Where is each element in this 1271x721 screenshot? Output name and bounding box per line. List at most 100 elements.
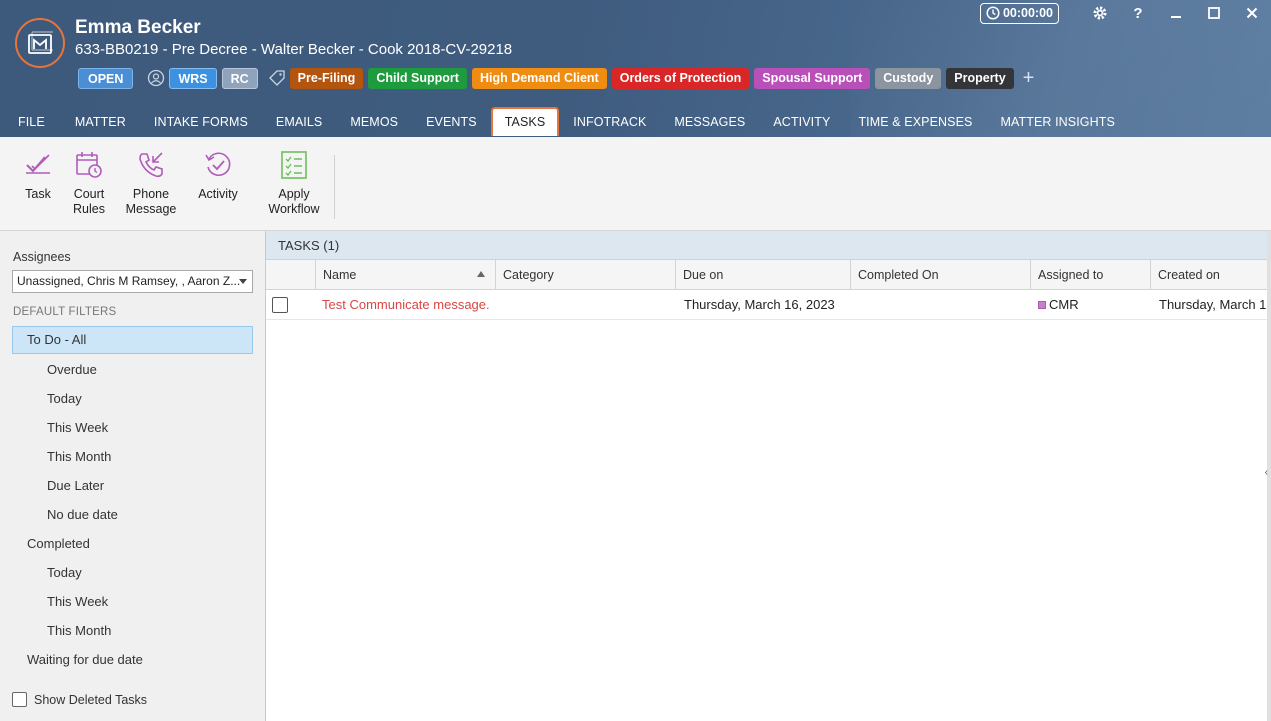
activity-button[interactable]: Activity (196, 149, 240, 202)
tab-tasks[interactable]: TASKS (490, 107, 560, 136)
activity-cycle-icon (205, 152, 231, 176)
activity-label: Activity (198, 187, 238, 201)
tag-pre-filing[interactable]: Pre-Filing (289, 67, 364, 89)
table-row[interactable]: Test Communicate message. Thursday, Marc… (266, 290, 1271, 320)
task-due-on: Thursday, March 16, 2023 (684, 297, 835, 312)
assignees-value: Unassigned, Chris M Ramsey, , Aaron Z... (17, 274, 241, 288)
settings-gear-icon[interactable] (1081, 2, 1119, 24)
new-task-button[interactable]: Task (20, 149, 56, 202)
column-header-completed-on[interactable]: Completed On (851, 260, 1031, 290)
tab-matter-insights[interactable]: MATTER INSIGHTS (986, 107, 1128, 137)
tab-messages[interactable]: MESSAGES (660, 107, 759, 137)
chevron-down-icon (239, 279, 247, 284)
help-icon[interactable]: ? (1119, 2, 1157, 24)
tasks-panel: TASKS (1) Name Category Due on Completed… (266, 231, 1271, 721)
tag-orders-of-protection[interactable]: Orders of Protection (611, 67, 750, 89)
assignee-initials: CMR (1049, 297, 1079, 312)
add-tag-plus-icon[interactable]: + (1023, 68, 1035, 88)
assignees-label: Assignees (13, 250, 71, 264)
filter-completed-this-month[interactable]: This Month (47, 623, 111, 638)
column-header-created-on[interactable]: Created on (1151, 260, 1271, 290)
close-icon[interactable] (1233, 2, 1271, 24)
collapse-chevron-icon[interactable]: ‹ (1265, 467, 1268, 478)
select-column-header[interactable] (266, 260, 316, 290)
main-tabs: FILE MATTER INTAKE FORMS EMAILS MEMOS EV… (0, 107, 1129, 137)
timer-button[interactable]: 00:00:00 (979, 2, 1059, 24)
task-category (496, 290, 676, 320)
tab-file[interactable]: FILE (0, 107, 63, 137)
tag-property[interactable]: Property (946, 67, 1014, 89)
assignee-color-chip (1038, 301, 1046, 309)
status-badge[interactable]: OPEN (78, 67, 134, 89)
column-header-assigned-to[interactable]: Assigned to (1031, 260, 1151, 290)
tab-events[interactable]: EVENTS (412, 107, 491, 137)
ribbon-toolbar: Task Court Rules Phone Message Activity Ap… (0, 137, 1271, 231)
task-name-link[interactable]: Test Communicate message. (315, 290, 496, 320)
user-circle-icon (147, 69, 165, 87)
matter-header: Emma Becker 633-BB0219 - Pre Decree - Wa… (0, 0, 1271, 137)
filter-completed[interactable]: Completed (27, 536, 90, 551)
filter-todo-this-week[interactable]: This Week (47, 420, 108, 435)
tab-intake-forms[interactable]: INTAKE FORMS (140, 107, 262, 137)
window-controls: 00:00:00 ? (979, 2, 1271, 24)
tab-emails[interactable]: EMAILS (262, 107, 336, 137)
column-header-due-on[interactable]: Due on (676, 260, 851, 290)
default-filters-label: DEFAULT FILTERS (13, 306, 117, 318)
phone-message-button[interactable]: Phone Message (124, 149, 178, 217)
phone-message-label: Phone Message (125, 187, 177, 216)
workflow-checklist-icon (281, 151, 307, 179)
filter-no-due-date[interactable]: No due date (47, 507, 118, 522)
filter-waiting-for-due-date[interactable]: Waiting for due date (27, 652, 143, 667)
tab-time-expenses[interactable]: TIME & EXPENSES (844, 107, 986, 137)
tag-child-support[interactable]: Child Support (368, 67, 467, 89)
app-logo[interactable] (15, 18, 65, 68)
checkmark-task-icon (26, 154, 50, 174)
court-rules-label: Court Rules (73, 187, 105, 216)
court-rules-button[interactable]: Court Rules (68, 149, 110, 217)
tab-infotrack[interactable]: INFOTRACK (559, 107, 660, 137)
phone-incoming-icon (139, 152, 163, 178)
grid-header-row: Name Category Due on Completed On Assign… (266, 260, 1271, 290)
apply-workflow-button[interactable]: Apply Workflow (266, 149, 322, 217)
column-header-name[interactable]: Name (316, 260, 496, 290)
tag-high-demand-client[interactable]: High Demand Client (471, 67, 607, 89)
ribbon-separator (334, 155, 335, 219)
sort-ascending-icon (477, 271, 485, 277)
filter-todo-today[interactable]: Today (47, 391, 82, 406)
column-header-category[interactable]: Category (496, 260, 676, 290)
assignees-dropdown[interactable]: Unassigned, Chris M Ramsey, , Aaron Z... (12, 270, 253, 293)
calendar-clock-icon (76, 152, 102, 178)
filter-completed-this-week[interactable]: This Week (47, 594, 108, 609)
task-created-on: Thursday, March 16 (1159, 297, 1271, 312)
tag-icon (268, 69, 286, 87)
filter-todo-this-month[interactable]: This Month (47, 449, 111, 464)
task-completed-on (851, 290, 1031, 320)
filter-sidebar: Assignees Unassigned, Chris M Ramsey, , … (0, 231, 266, 721)
maximize-icon[interactable] (1195, 2, 1233, 24)
clock-icon (986, 6, 1000, 20)
show-deleted-checkbox[interactable] (12, 692, 27, 707)
tag-custody[interactable]: Custody (875, 67, 942, 89)
staff-initials-badge[interactable]: RC (221, 67, 258, 89)
show-deleted-toggle[interactable]: Show Deleted Tasks (12, 692, 147, 707)
tag-spousal-support[interactable]: Spousal Support (754, 67, 871, 89)
timer-value: 00:00:00 (1002, 6, 1053, 20)
briefcase-logo-icon (28, 31, 53, 54)
filter-due-later[interactable]: Due Later (47, 478, 104, 493)
tab-activity[interactable]: ACTIVITY (759, 107, 844, 137)
matter-tags: OPEN WRS RC Pre-Filing Child Support Hig… (78, 67, 1034, 89)
attorney-initials-badge[interactable]: WRS (169, 67, 217, 89)
tab-memos[interactable]: MEMOS (336, 107, 412, 137)
minimize-icon[interactable] (1157, 2, 1195, 24)
task-assigned-to: CMR (1031, 290, 1151, 320)
filter-to-do-all[interactable]: To Do - All (12, 326, 253, 354)
tab-matter[interactable]: MATTER (63, 107, 140, 137)
column-name-label: Name (323, 268, 357, 282)
tasks-count-header: TASKS (1) (266, 231, 1271, 260)
apply-workflow-label: Apply Workflow (268, 187, 320, 216)
filter-overdue[interactable]: Overdue (47, 362, 97, 377)
matter-title: 633-BB0219 - Pre Decree - Walter Becker … (75, 41, 513, 58)
filter-completed-today[interactable]: Today (47, 565, 82, 580)
client-name: Emma Becker (75, 17, 201, 38)
row-select-checkbox[interactable] (272, 297, 288, 313)
